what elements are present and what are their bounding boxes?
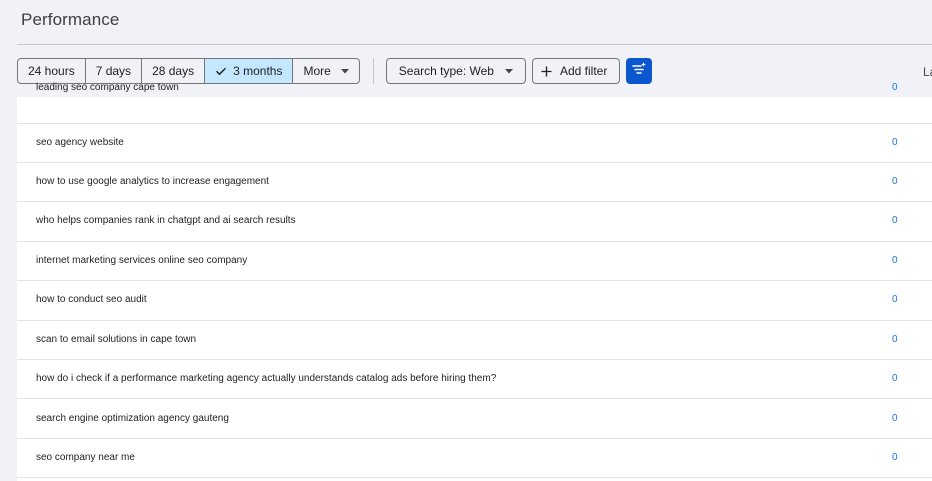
- date-range-label: 28 days: [152, 64, 195, 78]
- table-row[interactable]: seo agency website 0: [17, 124, 932, 163]
- date-range-label: 3 months: [233, 64, 283, 78]
- table-row[interactable]: how do i check if a performance marketin…: [17, 360, 932, 399]
- plus-icon: [541, 66, 552, 77]
- date-range-7-days[interactable]: 7 days: [86, 59, 143, 83]
- date-range-label: 24 hours: [28, 64, 75, 78]
- date-range-3-months[interactable]: 3 months: [205, 59, 294, 83]
- query-text: how to use google analytics to increase …: [36, 176, 269, 187]
- last-updated-label: La: [923, 65, 932, 79]
- date-range-28-days[interactable]: 28 days: [142, 59, 206, 83]
- clicks-value: 0: [892, 334, 898, 345]
- dropdown-caret-icon: [340, 68, 349, 74]
- table-row[interactable]: who helps companies rank in chatgpt and …: [17, 202, 932, 242]
- clicks-value: 0: [892, 176, 898, 187]
- date-range-24-hours[interactable]: 24 hours: [18, 59, 86, 83]
- table-row[interactable]: scan to email solutions in cape town 0: [17, 321, 932, 360]
- clicks-value: 0: [892, 413, 898, 424]
- page-title: Performance: [21, 10, 120, 29]
- table-row[interactable]: internet marketing services online seo c…: [17, 242, 932, 281]
- clicks-value: 0: [892, 82, 898, 93]
- check-icon: [215, 65, 227, 77]
- toolbar: 24 hours 7 days 28 days 3 months More Se…: [17, 58, 653, 84]
- add-filter-button[interactable]: Add filter: [531, 58, 621, 84]
- date-range-label: 7 days: [95, 64, 132, 78]
- clicks-value: 0: [892, 255, 898, 266]
- filter-settings-button[interactable]: [626, 58, 653, 84]
- title-divider: [17, 44, 932, 45]
- clicks-value: 0: [892, 452, 898, 463]
- filter-list-sparkle-icon: [631, 61, 647, 82]
- toolbar-divider: [372, 58, 374, 84]
- add-filter-label: Add filter: [559, 64, 608, 78]
- date-range-more[interactable]: More: [293, 59, 358, 83]
- search-type-label: Search type: Web: [398, 64, 494, 78]
- dropdown-caret-icon: [504, 68, 513, 74]
- date-range-label: More: [303, 64, 331, 78]
- table-row[interactable]: search engine optimization agency gauten…: [17, 399, 932, 439]
- query-text: seo company near me: [36, 452, 135, 463]
- query-text: how do i check if a performance marketin…: [36, 373, 497, 384]
- query-text: internet marketing services online seo c…: [36, 255, 248, 266]
- performance-page: Performance 24 hours 7 days 28 days 3 mo…: [0, 0, 932, 481]
- search-type-dropdown[interactable]: Search type: Web: [385, 58, 526, 84]
- clicks-value: 0: [892, 373, 898, 384]
- clicks-value: 0: [892, 294, 898, 305]
- table-row[interactable]: how to conduct seo audit 0: [17, 281, 932, 321]
- query-text: seo agency website: [36, 137, 124, 148]
- clicks-value: 0: [892, 215, 898, 226]
- query-text: how to conduct seo audit: [36, 294, 147, 305]
- clicks-value: 0: [892, 137, 898, 148]
- query-text: scan to email solutions in cape town: [36, 334, 197, 345]
- queries-table: leading seo company cape town 0 seo agen…: [17, 83, 932, 481]
- query-text: leading seo company cape town: [36, 82, 179, 93]
- query-text: search engine optimization agency gauten…: [36, 413, 229, 424]
- table-row[interactable]: leading seo company cape town 0: [17, 83, 932, 124]
- date-range-selector: 24 hours 7 days 28 days 3 months More: [17, 58, 360, 84]
- table-row[interactable]: how to use google analytics to increase …: [17, 163, 932, 202]
- table-row[interactable]: seo company near me 0: [17, 439, 932, 478]
- query-text: who helps companies rank in chatgpt and …: [36, 215, 296, 226]
